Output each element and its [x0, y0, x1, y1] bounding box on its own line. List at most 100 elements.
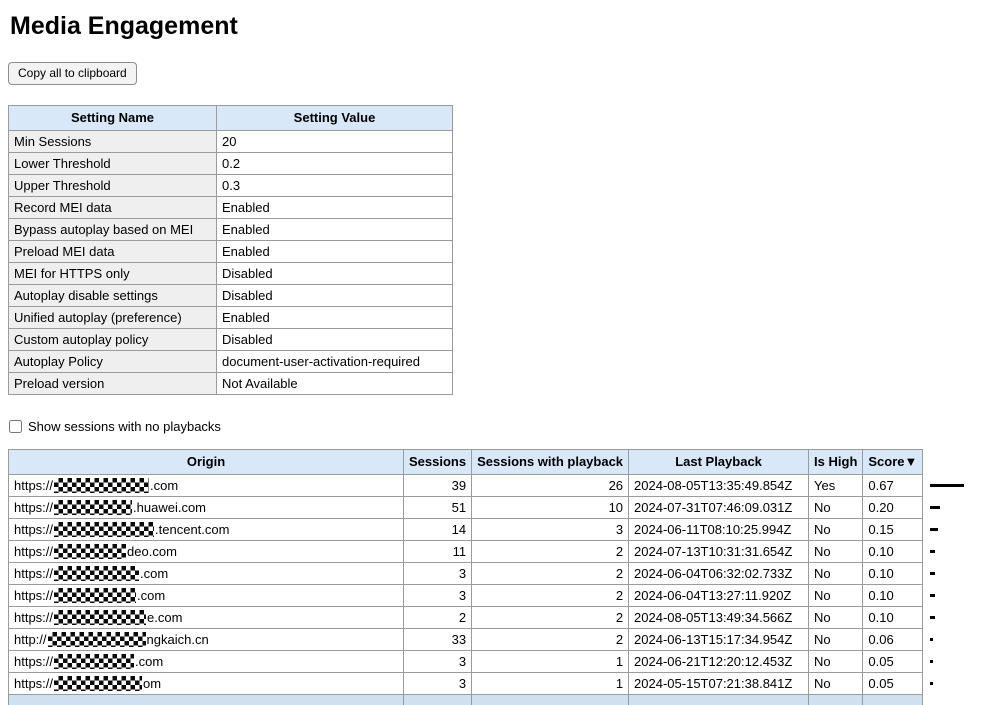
- sessions-with-playback-cell: 2: [471, 540, 630, 563]
- score-cell: 0.06: [862, 628, 924, 651]
- last-playback-cell: 2024-06-21T12:20:12.453Z: [628, 650, 810, 673]
- filter-row: Show sessions with no playbacks: [9, 419, 993, 434]
- setting-name: Lower Threshold: [8, 152, 217, 175]
- sessions-cell: 51: [402, 496, 473, 519]
- sessions-cell: 14: [402, 518, 473, 541]
- origin-cell: https:// .com: [8, 650, 404, 673]
- is-high-cell: No: [808, 540, 864, 563]
- redacted-origin: [54, 610, 147, 625]
- media-engagement-page: Media Engagement Copy all to clipboard S…: [0, 0, 1001, 705]
- session-row: https:// .com 3 1 2024-06-21T12:20:12.453…: [8, 650, 967, 673]
- score-bar: [930, 638, 934, 641]
- origin-prefix: https://: [14, 478, 54, 493]
- score-cell: 0.05: [862, 650, 924, 673]
- sessions-cell: 33: [402, 628, 473, 651]
- setting-name: Preload MEI data: [8, 240, 217, 263]
- last-playback-cell: 2024-08-05T13:35:49.854Z: [628, 474, 810, 497]
- settings-row: Lower Threshold 0.2: [8, 152, 453, 175]
- last-playback-cell: 2024-07-13T10:31:31.654Z: [628, 540, 810, 563]
- origin-cell: https:// om: [8, 672, 404, 695]
- origin-suffix: .com: [135, 654, 164, 669]
- origin-prefix: https://: [14, 676, 54, 691]
- score-bar: [930, 660, 934, 663]
- settings-row: Preload MEI data Enabled: [8, 240, 453, 263]
- sessions-with-playback-cell: 10: [471, 496, 630, 519]
- session-row: https:// .com 39 26 2024-08-05T13:35:49.8…: [8, 474, 967, 497]
- setting-name: MEI for HTTPS only: [8, 262, 217, 285]
- sessions-with-playback-cell: 3: [471, 518, 630, 541]
- origin-cell: https:// .huawei.com: [8, 496, 404, 519]
- page-title: Media Engagement: [10, 12, 238, 40]
- setting-value: 20: [216, 130, 453, 153]
- origin-prefix: https://: [14, 610, 54, 625]
- is-high-cell: No: [808, 518, 864, 541]
- settings-table: Setting Name Setting Value Min Sessions 2…: [8, 105, 453, 395]
- is-high-cell: Yes: [808, 474, 864, 497]
- setting-name: Unified autoplay (preference): [8, 306, 217, 329]
- origin-prefix: https://: [14, 500, 54, 515]
- column-header-last-playback[interactable]: Last Playback: [628, 449, 810, 475]
- setting-name: Bypass autoplay based on MEI: [8, 218, 217, 241]
- setting-value: 0.3: [216, 174, 453, 197]
- score-cell: 0.05: [862, 672, 924, 695]
- sessions-table: Origin Sessions Sessions with playback L…: [8, 449, 967, 705]
- redacted-origin: [54, 478, 150, 493]
- setting-name: Custom autoplay policy: [8, 328, 217, 351]
- origin-cell: https:// .com: [8, 474, 404, 497]
- column-header-is-high[interactable]: Is High: [808, 449, 864, 475]
- settings-row: Preload version Not Available: [8, 372, 453, 395]
- score-cell: 0.10: [862, 562, 924, 585]
- setting-value: Disabled: [216, 262, 453, 285]
- last-playback-cell: 2024-06-13T15:17:34.954Z: [628, 628, 810, 651]
- setting-value: Disabled: [216, 328, 453, 351]
- origin-cell: https:// .tencent.com: [8, 518, 404, 541]
- settings-row: Min Sessions 20: [8, 130, 453, 153]
- is-high-cell: No: [808, 628, 864, 651]
- column-header-sessions-with-playback[interactable]: Sessions with playback: [471, 449, 630, 475]
- is-high-cell: No: [808, 672, 864, 695]
- score-bar: [930, 550, 936, 553]
- redacted-origin: [54, 500, 133, 515]
- origin-prefix: https://: [14, 654, 54, 669]
- origin-cell: https:// deo.com: [8, 540, 404, 563]
- setting-name: Autoplay disable settings: [8, 284, 217, 307]
- origin-suffix: .com: [150, 478, 179, 493]
- settings-header-name: Setting Name: [8, 105, 217, 131]
- redacted-origin: [54, 654, 135, 669]
- column-header-origin[interactable]: Origin: [8, 449, 404, 475]
- origin-prefix: https://: [14, 544, 54, 559]
- setting-value: 0.2: [216, 152, 453, 175]
- origin-prefix: https://: [14, 566, 54, 581]
- score-cell: 0.10: [862, 540, 924, 563]
- copy-all-button[interactable]: Copy all to clipboard: [8, 62, 137, 85]
- setting-value: Enabled: [216, 306, 453, 329]
- settings-row: MEI for HTTPS only Disabled: [8, 262, 453, 285]
- settings-row: Custom autoplay policy Disabled: [8, 328, 453, 351]
- score-bar: [930, 506, 941, 509]
- origin-suffix: .com: [137, 588, 166, 603]
- show-no-playbacks-checkbox[interactable]: [9, 420, 22, 433]
- score-cell: 0.10: [862, 606, 924, 629]
- column-header-sessions[interactable]: Sessions: [402, 449, 473, 475]
- column-header-score[interactable]: Score▼: [862, 449, 924, 475]
- score-bar: [930, 594, 936, 597]
- score-bar: [930, 572, 936, 575]
- session-row: https:// deo.com 11 2 2024-07-13T10:31:31…: [8, 540, 967, 563]
- setting-value: Enabled: [216, 218, 453, 241]
- sessions-cell: 3: [402, 584, 473, 607]
- redacted-origin: [47, 632, 146, 647]
- session-row: https:// .com 3 2 2024-06-04T06:32:02.733…: [8, 562, 967, 585]
- setting-value: Disabled: [216, 284, 453, 307]
- origin-cell: https:// e.com: [8, 606, 404, 629]
- settings-row: Autoplay Policy document-user-activation-…: [8, 350, 453, 373]
- session-row: http:// ngkaich.cn 33 2 2024-06-13T15:17:…: [8, 628, 967, 651]
- show-no-playbacks-label[interactable]: Show sessions with no playbacks: [28, 419, 221, 434]
- score-cell: 0.20: [862, 496, 924, 519]
- session-row: https:// e.com 2 2 2024-08-05T13:49:34.56…: [8, 606, 967, 629]
- is-high-cell: No: [808, 606, 864, 629]
- sessions-cell: 3: [402, 672, 473, 695]
- sessions-cell: 39: [402, 474, 473, 497]
- origin-cell: https:// .com: [8, 562, 404, 585]
- last-playback-cell: 2024-06-04T06:32:02.733Z: [628, 562, 810, 585]
- last-playback-cell: 2024-07-31T07:46:09.031Z: [628, 496, 810, 519]
